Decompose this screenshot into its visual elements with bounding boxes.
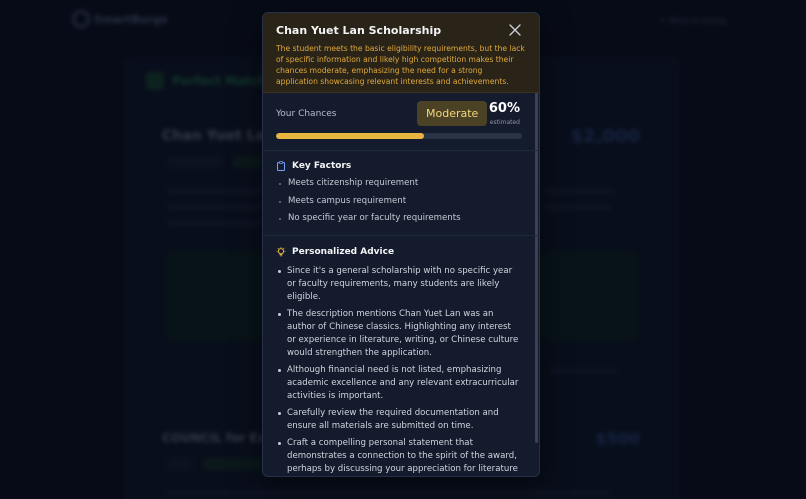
key-factor-item: Meets campus requirement xyxy=(276,196,521,214)
chance-progress-bar xyxy=(276,133,522,139)
chance-progress-fill xyxy=(276,133,424,139)
key-factors-list: Meets citizenship requirement Meets campu… xyxy=(276,178,521,231)
modal-title: Chan Yuet Lan Scholarship xyxy=(276,24,442,37)
lightbulb-icon xyxy=(276,247,286,257)
key-factor-text: No specific year or faculty requirements xyxy=(288,213,461,223)
advice-text: Since it's a general scholarship with no… xyxy=(287,266,513,302)
advice-item: Since it's a general scholarship with no… xyxy=(276,265,521,304)
advice-item: Although financial need is not listed, e… xyxy=(276,364,521,403)
bullet-dot xyxy=(278,270,281,273)
bullet-dot xyxy=(279,218,281,220)
key-factor-item: No specific year or faculty requirements xyxy=(276,213,521,231)
modal-description: The student meets the basic eligibility … xyxy=(276,44,525,86)
chance-estimated-label: estimated xyxy=(489,119,520,126)
key-factors-header: Key Factors xyxy=(276,161,521,171)
advice-item: Craft a compelling personal statement th… xyxy=(276,437,521,476)
chance-percent: 60% xyxy=(488,101,520,116)
modal-header: Chan Yuet Lan Scholarship The student me… xyxy=(263,13,539,93)
close-icon xyxy=(509,24,521,36)
advice-text: Carefully review the required documentat… xyxy=(287,408,499,431)
advice-section: Personalized Advice Since it's a general… xyxy=(263,236,539,476)
scholarship-chances-modal: Chan Yuet Lan Scholarship The student me… xyxy=(262,12,540,477)
advice-item: Carefully review the required documentat… xyxy=(276,407,521,433)
advice-item: The description mentions Chan Yuet Lan w… xyxy=(276,308,521,360)
bullet-dot xyxy=(278,369,281,372)
key-factor-text: Meets campus requirement xyxy=(288,195,407,206)
advice-text: Craft a compelling personal statement th… xyxy=(287,438,518,474)
key-factors-section: Key Factors Meets citizenship requiremen… xyxy=(263,151,539,236)
bullet-dot xyxy=(278,313,281,316)
key-factor-text: Meets citizenship requirement xyxy=(288,178,419,188)
advice-text: The description mentions Chan Yuet Lan w… xyxy=(287,309,519,358)
key-factors-heading: Key Factors xyxy=(292,161,352,171)
chances-section: Your Chances Moderate 60% estimated xyxy=(263,93,539,151)
advice-list: Since it's a general scholarship with no… xyxy=(276,265,521,476)
bullet-dot xyxy=(279,183,281,185)
advice-header: Personalized Advice xyxy=(276,247,521,257)
clipboard-icon xyxy=(277,161,285,171)
advice-text: Although financial need is not listed, e… xyxy=(287,365,519,401)
close-button[interactable] xyxy=(508,22,522,36)
bullet-dot xyxy=(278,442,281,445)
key-factor-item: Meets citizenship requirement xyxy=(276,178,521,196)
bullet-dot xyxy=(279,200,281,203)
advice-heading: Personalized Advice xyxy=(292,247,395,257)
bullet-dot xyxy=(278,412,281,415)
chance-level-badge: Moderate xyxy=(417,101,488,126)
chances-label: Your Chances xyxy=(276,109,337,119)
